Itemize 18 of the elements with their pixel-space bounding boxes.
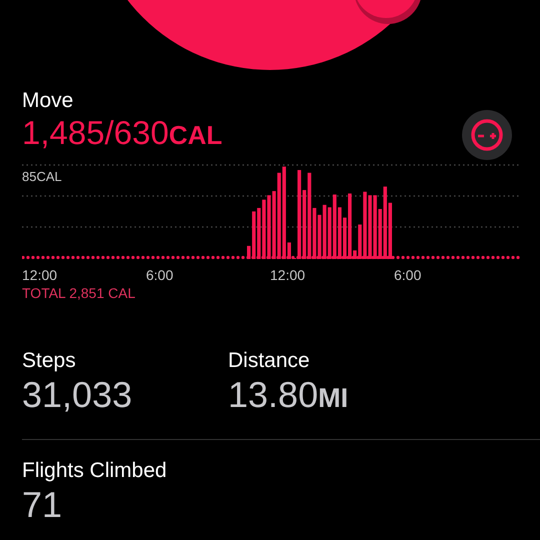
- edit-goal-button[interactable]: [462, 110, 512, 160]
- max-calories-label: 85CAL: [22, 169, 62, 184]
- move-unit: CAL: [168, 119, 222, 152]
- stat-unit: MI: [318, 382, 348, 415]
- total-calories: TOTAL 2,851 CAL: [22, 284, 136, 302]
- time-label: 6:00: [394, 266, 422, 284]
- time-label: 12:00: [22, 266, 58, 284]
- stat-value: 13.80: [228, 374, 318, 416]
- move-label: Move: [22, 88, 74, 114]
- adjust-goal-icon: [470, 118, 504, 152]
- time-label: 12:00: [270, 266, 306, 284]
- stat-label: Steps: [22, 348, 77, 374]
- move-value: 1,485/630: [22, 114, 169, 152]
- stat-value: 71: [22, 484, 64, 526]
- stat-value: 31,033: [22, 374, 134, 416]
- stat-label: Flights Climbed: [22, 458, 168, 484]
- stat-label: Distance: [228, 348, 311, 374]
- time-label: 6:00: [146, 266, 174, 284]
